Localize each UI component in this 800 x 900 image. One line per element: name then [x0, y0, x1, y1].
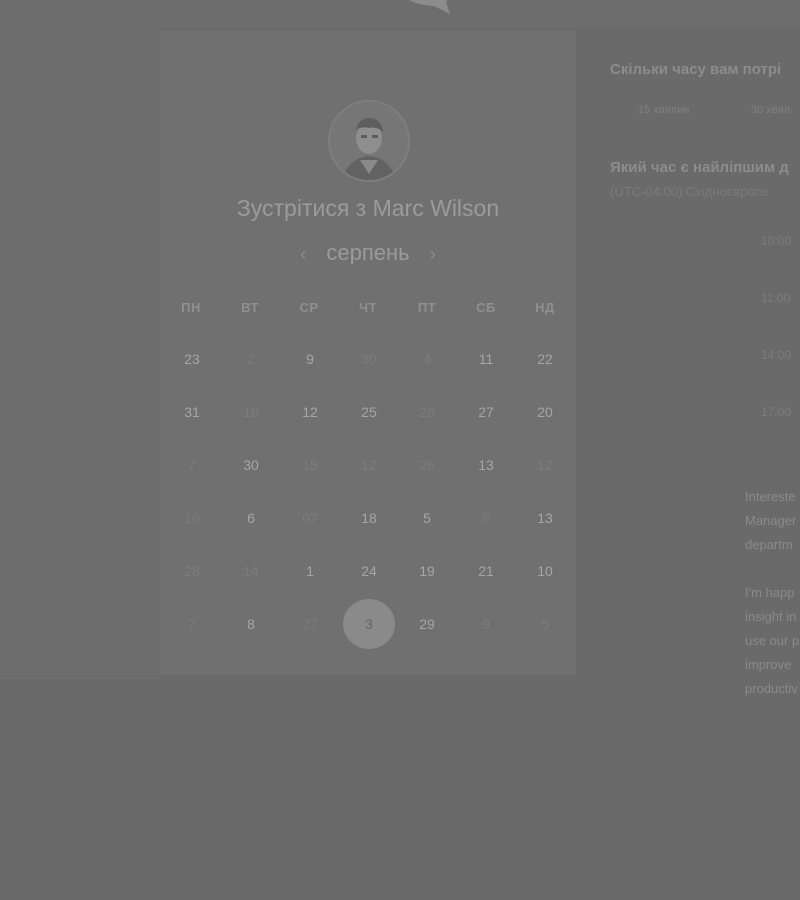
calendar-day[interactable]: 29: [407, 614, 447, 634]
calendar-day[interactable]: 07: [290, 508, 330, 528]
calendar-day[interactable]: 12: [349, 455, 389, 475]
weekday-label: ВТ: [241, 300, 259, 315]
description-line: improve: [745, 657, 792, 672]
scheduler-panel: Скільки часу вам потрі 15 хвилин 30 хвил…: [578, 30, 800, 900]
calendar-day[interactable]: 7: [172, 455, 212, 475]
calendar-day[interactable]: 21: [466, 561, 506, 581]
time-slot[interactable]: 11:00: [761, 291, 790, 305]
description-line: I'm happ: [745, 585, 795, 600]
calendar-day[interactable]: 30: [349, 349, 389, 369]
calendar-day[interactable]: 20: [525, 402, 565, 422]
time-slot[interactable]: 10:00: [761, 234, 791, 248]
calendar-day[interactable]: 8: [231, 614, 271, 634]
calendar-day[interactable]: 25: [349, 402, 389, 422]
month-label: серпень: [326, 240, 410, 265]
calendar-day[interactable]: 30: [231, 455, 271, 475]
calendar-day[interactable]: 18: [349, 508, 389, 528]
description-line: use our p: [745, 633, 800, 648]
calendar-day[interactable]: 31: [172, 402, 212, 422]
chevron-right-icon[interactable]: ›: [420, 244, 446, 265]
calendar-day[interactable]: 4: [407, 349, 447, 369]
description-line: departm: [745, 537, 793, 552]
left-panel: [0, 30, 160, 679]
host-avatar: [328, 100, 410, 182]
person-photo-icon: [330, 102, 408, 180]
host-description: Intereste Manager departm I'm happ insig…: [745, 485, 800, 701]
duration-question: Скільки часу вам потрі: [610, 61, 782, 78]
calendar-day[interactable]: 22: [525, 349, 565, 369]
calendar-day[interactable]: 10: [525, 561, 565, 581]
calendar-day[interactable]: 13: [466, 455, 506, 475]
calendar-day[interactable]: 11: [466, 349, 506, 369]
weekday-label: ПН: [181, 300, 201, 315]
time-question: Який час є найліпшим д: [610, 159, 789, 176]
calendar-day[interactable]: 12: [525, 455, 565, 475]
speech-bubble-icon: [409, 0, 450, 14]
weekday-label: СР: [299, 300, 319, 315]
calendar-day[interactable]: 8: [466, 508, 506, 528]
calendar-day[interactable]: 24: [349, 561, 389, 581]
description-line: insight in: [745, 609, 797, 624]
calendar-day[interactable]: 7: [172, 614, 212, 634]
weekday-label: НД: [535, 300, 555, 315]
chevron-left-icon[interactable]: ‹: [290, 244, 316, 265]
calendar-day[interactable]: 14: [231, 561, 271, 581]
booking-card: Зустрітися з Marc Wilson ‹ серпень › ПН …: [160, 30, 576, 675]
meeting-title: Зустрітися з Marc Wilson: [236, 195, 500, 221]
description-line: Manager: [745, 513, 797, 528]
calendar-day[interactable]: 6: [231, 508, 271, 528]
weekday-header: ПН ВТ СР ЧТ ПТ СБ НД: [160, 300, 576, 320]
month-navigator: ‹ серпень ›: [160, 240, 576, 266]
duration-option[interactable]: 30 хвил: [751, 104, 790, 116]
calendar-day[interactable]: 23: [172, 349, 212, 369]
calendar-day[interactable]: 27: [290, 614, 330, 634]
time-slot[interactable]: 17:00: [761, 405, 791, 419]
calendar-day[interactable]: 16: [172, 508, 212, 528]
calendar-day[interactable]: 19: [407, 561, 447, 581]
selected-day[interactable]: 3: [343, 599, 395, 649]
calendar-day[interactable]: 27: [466, 402, 506, 422]
calendar-day[interactable]: 5: [407, 508, 447, 528]
calendar-day[interactable]: 13: [525, 508, 565, 528]
calendar-day[interactable]: 16: [231, 402, 271, 422]
description-line: Intereste: [745, 489, 796, 504]
calendar-day[interactable]: 2: [231, 349, 271, 369]
time-slot[interactable]: 14:00: [761, 348, 791, 362]
calendar-day[interactable]: 26: [407, 402, 447, 422]
calendar-day[interactable]: 1: [290, 561, 330, 581]
weekday-label: ПТ: [417, 300, 437, 315]
calendar-day[interactable]: 12: [290, 402, 330, 422]
weekday-label: ЧТ: [358, 300, 378, 315]
calendar-day[interactable]: 28: [172, 561, 212, 581]
calendar-day[interactable]: 9: [290, 349, 330, 369]
calendar-day[interactable]: 9: [466, 614, 506, 634]
duration-option[interactable]: 15 хвилин: [638, 104, 689, 116]
description-line: productiv: [745, 681, 798, 696]
weekday-label: СБ: [476, 300, 496, 315]
calendar-day[interactable]: 26: [407, 455, 447, 475]
calendar-day[interactable]: 15: [290, 455, 330, 475]
timezone-select[interactable]: (UTC-04:00) Східноєвропе: [610, 184, 769, 199]
calendar-day[interactable]: 5: [525, 614, 565, 634]
